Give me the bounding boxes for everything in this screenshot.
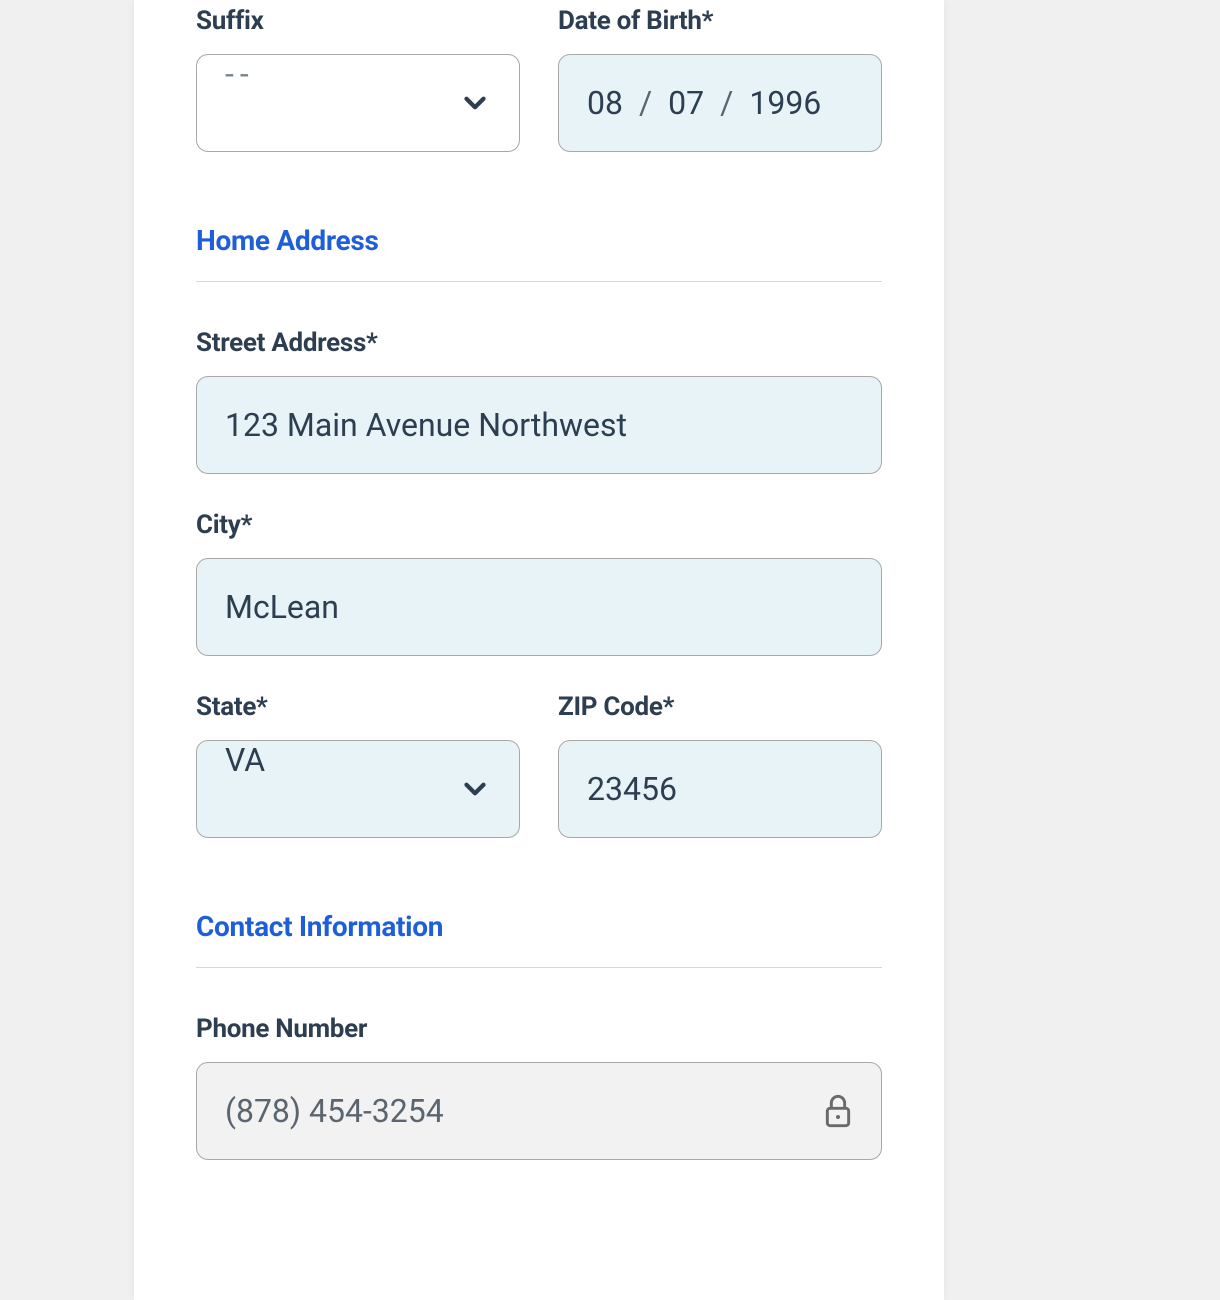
dob-month: 08 — [587, 84, 623, 122]
city-group: City* — [196, 510, 882, 656]
suffix-group: Suffix -- — [196, 6, 520, 152]
suffix-select[interactable]: -- — [196, 54, 520, 152]
city-label: City* — [196, 510, 882, 540]
phone-locked-wrapper — [196, 1062, 882, 1160]
contact-info-divider — [196, 967, 882, 968]
suffix-dob-row: Suffix -- Date of Birth* 08 / 07 / 1996 — [196, 0, 882, 188]
state-zip-row: State* VA ZIP Code* — [196, 692, 882, 874]
contact-info-header: Contact Information — [196, 910, 882, 943]
dob-input[interactable]: 08 / 07 / 1996 — [558, 54, 882, 152]
home-address-header: Home Address — [196, 224, 882, 257]
dob-sep-2: / — [720, 84, 733, 122]
phone-input — [196, 1062, 882, 1160]
state-group: State* VA — [196, 692, 520, 838]
suffix-label: Suffix — [196, 6, 520, 36]
form-card: Suffix -- Date of Birth* 08 / 07 / 1996 — [134, 0, 944, 1300]
dob-year: 1996 — [749, 84, 821, 122]
zip-group: ZIP Code* — [558, 692, 882, 838]
zip-label: ZIP Code* — [558, 692, 882, 722]
dob-day: 07 — [668, 84, 704, 122]
phone-label: Phone Number — [196, 1014, 882, 1044]
street-group: Street Address* — [196, 328, 882, 474]
dob-label: Date of Birth* — [558, 6, 882, 36]
state-label: State* — [196, 692, 520, 722]
dob-sep-1: / — [639, 84, 652, 122]
home-address-divider — [196, 281, 882, 282]
street-input[interactable] — [196, 376, 882, 474]
suffix-select-wrapper: -- — [196, 54, 520, 152]
zip-input[interactable] — [558, 740, 882, 838]
street-label: Street Address* — [196, 328, 882, 358]
state-select-wrapper: VA — [196, 740, 520, 838]
city-input[interactable] — [196, 558, 882, 656]
page-wrapper: Suffix -- Date of Birth* 08 / 07 / 1996 — [0, 0, 1220, 1300]
phone-group: Phone Number — [196, 1014, 882, 1160]
state-select[interactable]: VA — [196, 740, 520, 838]
dob-group: Date of Birth* 08 / 07 / 1996 — [558, 6, 882, 152]
